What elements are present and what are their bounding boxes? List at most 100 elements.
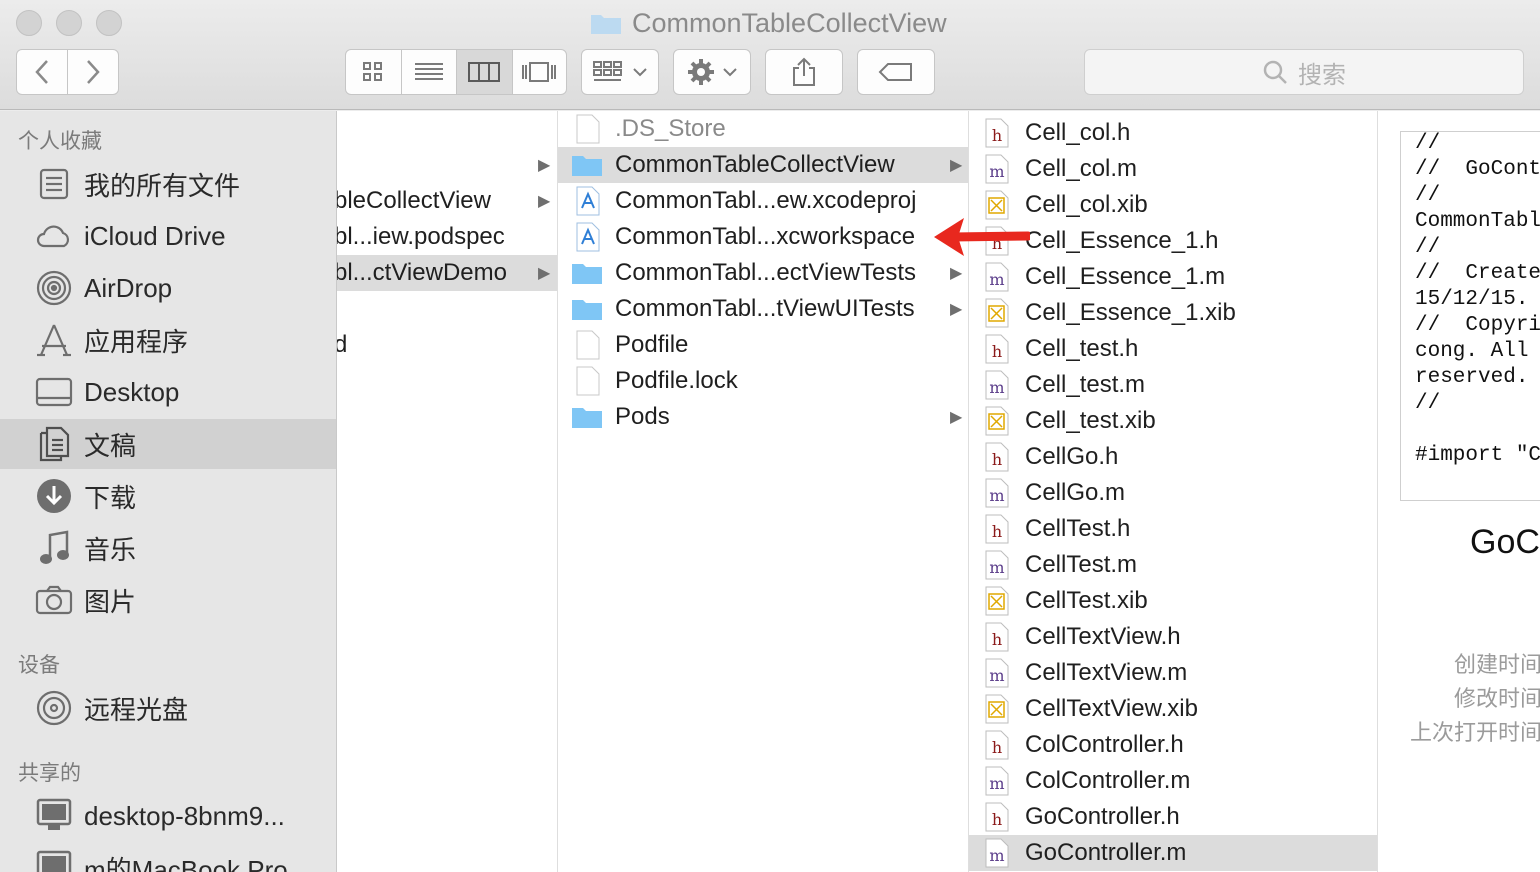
- list-item[interactable]: CellTest.xib: [969, 583, 1377, 619]
- list-item[interactable]: Pods ▶: [558, 399, 968, 435]
- list-item[interactable]: m ColController.m: [969, 763, 1377, 799]
- search-field[interactable]: 搜索: [1084, 49, 1524, 95]
- sidebar-item-all-files[interactable]: 我的所有文件: [0, 159, 336, 209]
- item-name: CommonTabl...xcworkspace: [615, 223, 916, 250]
- cover-flow-button[interactable]: [513, 50, 567, 94]
- sidebar-item-pictures[interactable]: 图片: [0, 575, 336, 625]
- disclosure-arrow-icon: ▶: [950, 409, 963, 426]
- list-item[interactable]: CommonTabl...xcworkspace: [558, 219, 968, 255]
- svg-text:h: h: [992, 810, 1002, 829]
- browser-column-1: ▶ bleCollectView ▶ bl...iew.podspec bl..…: [337, 111, 558, 872]
- list-item[interactable]: d: [337, 327, 557, 363]
- list-item[interactable]: CommonTabl...ew.xcodeproj: [558, 183, 968, 219]
- item-name: Cell_col.m: [1025, 155, 1138, 182]
- list-item[interactable]: h CellTextView.h: [969, 619, 1377, 655]
- item-name: CommonTableCollectView: [615, 151, 895, 178]
- list-item[interactable]: h ColController.h: [969, 727, 1377, 763]
- svg-text:h: h: [992, 738, 1002, 757]
- browser-column-2: .DS_Store CommonTableCollectView ▶ Commo…: [558, 111, 969, 872]
- list-item[interactable]: m Cell_col.m: [969, 151, 1377, 187]
- all-files-icon: [34, 164, 74, 204]
- list-item[interactable]: h GoController.h: [969, 799, 1377, 835]
- zoom-window-button[interactable]: [96, 10, 122, 36]
- sidebar-section-devices: 设备: [18, 654, 60, 677]
- sidebar-item-downloads[interactable]: 下载: [0, 471, 336, 521]
- code-line: CommonTabl: [1415, 210, 1540, 233]
- share-button[interactable]: [765, 49, 843, 95]
- list-item[interactable]: CommonTableCollectView ▶: [558, 147, 968, 183]
- airdrop-icon: [34, 268, 74, 308]
- item-name: CellTest.xib: [1025, 587, 1148, 614]
- column-view-button[interactable]: [457, 50, 513, 94]
- modified-label: 修改时间: [1453, 686, 1540, 711]
- close-window-button[interactable]: [16, 10, 42, 36]
- sidebar-item-label: 远程光盘: [84, 694, 189, 725]
- sidebar-item-label: Desktop: [84, 376, 180, 407]
- svg-text:h: h: [992, 126, 1002, 145]
- list-item[interactable]: h Cell_Essence_1.h: [969, 223, 1377, 259]
- forward-button[interactable]: [68, 50, 119, 94]
- list-item[interactable]: h Cell_test.h: [969, 331, 1377, 367]
- sidebar-item-remote-disc[interactable]: 远程光盘: [0, 683, 336, 733]
- list-item[interactable]: m CellGo.m: [969, 475, 1377, 511]
- svg-text:m: m: [989, 486, 1004, 505]
- svg-text:m: m: [989, 666, 1004, 685]
- list-item[interactable]: bleCollectView ▶: [337, 183, 557, 219]
- item-name: CommonTabl...ectViewTests: [615, 259, 917, 286]
- code-line: reserved.: [1415, 366, 1529, 389]
- sidebar-item-icloud-drive[interactable]: iCloud Drive: [0, 211, 336, 261]
- desktop-icon: [34, 372, 74, 412]
- header-file-icon: h: [985, 334, 1009, 364]
- list-item[interactable]: h CellGo.h: [969, 439, 1377, 475]
- list-item[interactable]: m Cell_test.m: [969, 367, 1377, 403]
- svg-text:h: h: [992, 630, 1002, 649]
- sidebar-item-shared-macbook[interactable]: m的MacBook Pro: [0, 843, 336, 872]
- list-item[interactable]: m GoController.m: [969, 835, 1377, 871]
- list-item[interactable]: h CellTest.h: [969, 511, 1377, 547]
- sidebar-item-music[interactable]: 音乐: [0, 523, 336, 573]
- list-item[interactable]: h Cell_col.h: [969, 115, 1377, 151]
- sidebar-item-documents[interactable]: 文稿: [0, 419, 336, 469]
- list-item[interactable]: Podfile: [558, 327, 968, 363]
- list-item[interactable]: bl...iew.podspec: [337, 219, 557, 255]
- list-item[interactable]: Cell_Essence_1.xib: [969, 295, 1377, 331]
- item-name: Cell_Essence_1.xib: [1025, 299, 1236, 326]
- list-item[interactable]: Cell_col.xib: [969, 187, 1377, 223]
- chevron-right-icon: [86, 60, 100, 84]
- list-view-button[interactable]: [402, 50, 457, 94]
- icon-view-button[interactable]: [346, 50, 402, 94]
- sidebar-item-shared-desktop[interactable]: desktop-8bnm9...: [0, 791, 336, 841]
- folder-icon: [572, 156, 602, 176]
- sidebar-item-desktop[interactable]: Desktop: [0, 367, 336, 417]
- list-item[interactable]: ▶: [337, 147, 557, 183]
- list-item[interactable]: CellTextView.xib: [969, 691, 1377, 727]
- sidebar: 个人收藏 我的所有文件 iCloud Drive AirDrop 应用程序 De…: [0, 111, 337, 872]
- cloud-icon: [34, 216, 74, 256]
- list-item[interactable]: m Cell_Essence_1.m: [969, 259, 1377, 295]
- sidebar-item-applications[interactable]: 应用程序: [0, 315, 336, 365]
- disclosure-arrow-icon: ▶: [538, 157, 551, 174]
- sidebar-item-airdrop[interactable]: AirDrop: [0, 263, 336, 313]
- list-item[interactable]: CommonTabl...tViewUITests ▶: [558, 291, 968, 327]
- list-item[interactable]: m CellTest.m: [969, 547, 1377, 583]
- action-button[interactable]: [673, 49, 751, 95]
- item-name: Pods: [615, 403, 670, 430]
- item-name: d: [337, 331, 347, 359]
- item-name: bl...ctViewDemo: [337, 259, 507, 286]
- arrange-button[interactable]: [581, 49, 659, 95]
- list-item[interactable]: m CellTextView.m: [969, 655, 1377, 691]
- tags-button[interactable]: [857, 49, 935, 95]
- list-item[interactable]: Cell_test.xib: [969, 403, 1377, 439]
- item-name: ColController.h: [1025, 731, 1184, 758]
- list-item[interactable]: .DS_Store: [558, 111, 968, 147]
- minimize-window-button[interactable]: [56, 10, 82, 36]
- item-name: CellTextView.h: [1025, 623, 1181, 650]
- item-name: ColController.m: [1025, 767, 1191, 794]
- list-item[interactable]: CommonTabl...ectViewTests ▶: [558, 255, 968, 291]
- header-file-icon: h: [985, 802, 1009, 832]
- list-item[interactable]: Podfile.lock: [558, 363, 968, 399]
- back-button[interactable]: [17, 50, 68, 94]
- code-line: // Copyri: [1415, 314, 1540, 337]
- list-item[interactable]: bl...ctViewDemo ▶: [337, 255, 557, 291]
- item-name: Cell_Essence_1.m: [1025, 263, 1226, 290]
